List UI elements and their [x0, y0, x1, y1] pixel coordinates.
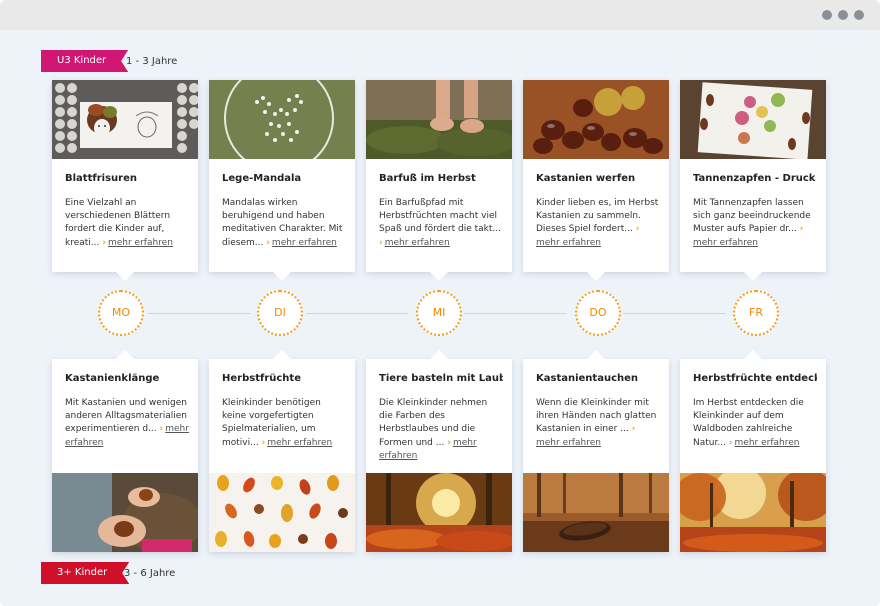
autumn-path-photo [680, 473, 826, 552]
chevron-right-icon: › [266, 237, 270, 248]
leaf-hairstyle-photo [52, 80, 198, 159]
day-marker-mo[interactable]: MO [98, 290, 144, 336]
barefoot-photo [366, 80, 512, 159]
activity-card[interactable]: Kastanientauchen Wenn die Kleinkinder mi… [523, 350, 669, 552]
card-text: Kleinkinder benötigen keine vorgefertigt… [222, 397, 346, 450]
activity-card[interactable]: Barfuß im Herbst Ein Barfußpfad mit Herb… [366, 80, 512, 281]
chevron-right-icon: › [261, 437, 266, 448]
card-text: Ein Barfußpfad mit Herbstfrüchten macht … [379, 197, 503, 250]
chevron-right-icon: › [799, 224, 804, 235]
card-title: Tiere basteln mit Laub [379, 373, 503, 384]
activity-card[interactable]: Herbstfrüchte Kleinkinder benötigen kein… [209, 350, 355, 552]
more-link[interactable]: ›mehr erfahren [262, 438, 333, 448]
more-link[interactable]: ›mehr erfahren [379, 238, 450, 248]
card-pointer [116, 272, 134, 281]
card-text: Mit Tannenzapfen lassen sich ganz beeind… [693, 198, 811, 248]
day-marker-fr[interactable]: FR [733, 290, 779, 336]
chevron-right-icon: › [447, 437, 451, 448]
card-title: Tannenzapfen - Druck [693, 173, 816, 184]
card-text: Mandalas wirken beruhigend und haben med… [222, 197, 346, 250]
age-range-3plus: 3 - 6 Jahre [124, 568, 176, 579]
card-title: Herbstfrüchte [222, 373, 301, 384]
day-marker-di[interactable]: DI [257, 290, 303, 336]
autumn-leaves-flatlay-photo [209, 473, 355, 552]
card-title: Kastanientauchen [536, 373, 639, 384]
timeline-connector [306, 313, 408, 314]
pinecone-forest-photo [523, 473, 669, 552]
timeline-connector [464, 313, 567, 314]
window-titlebar [0, 0, 880, 30]
window-dot-icon[interactable] [838, 10, 848, 20]
window-dot-icon[interactable] [854, 10, 864, 20]
card-title: Lege-Mandala [222, 173, 302, 184]
card-pointer [116, 350, 134, 359]
card-text: Mit Kastanien und wenigen anderen Alltag… [65, 398, 189, 448]
age-badge-3plus: 3+ Kinder [41, 562, 129, 584]
chevron-right-icon: › [631, 424, 636, 435]
chevron-right-icon: › [379, 237, 383, 248]
card-pointer [587, 272, 605, 281]
window-dot-icon[interactable] [822, 10, 832, 20]
activity-card[interactable]: Blattfrisuren Eine Vielzahl an verschied… [52, 80, 198, 281]
mandala-photo [209, 80, 355, 159]
chestnuts-photo [523, 80, 669, 159]
activity-card[interactable]: Tannenzapfen - Druck Mit Tannenzapfen la… [680, 80, 826, 281]
activity-card[interactable]: Herbstfrüchte entdeck... Im Herbst entde… [680, 350, 826, 552]
chevron-right-icon: › [159, 424, 164, 435]
pinecone-print-photo [680, 80, 826, 159]
autumn-forest-photo [366, 473, 512, 552]
card-title: Barfuß im Herbst [379, 173, 476, 184]
card-text: Eine Vielzahl an verschiedenen Blättern … [65, 197, 189, 250]
card-pointer [273, 350, 291, 359]
card-text: Kinder lieben es, im Herbst Kastanien zu… [536, 198, 659, 248]
activity-card[interactable]: Kastanien werfen Kinder lieben es, im He… [523, 80, 669, 281]
card-title: Kastanien werfen [536, 173, 636, 184]
more-link[interactable]: ›mehr erfahren [102, 238, 173, 248]
browser-window: U3 Kinder 1 - 3 Jahre 3+ Kinder 3 - 6 Ja… [0, 0, 880, 606]
card-text: Die Kleinkinder nehmen die Farben des He… [379, 398, 488, 461]
card-pointer [430, 272, 448, 281]
age-range-u3: 1 - 3 Jahre [126, 56, 178, 67]
card-text: Wenn die Kleinkinder mit ihren Händen na… [536, 398, 657, 448]
chestnut-hands-photo [52, 473, 198, 552]
activity-card[interactable]: Kastanienklänge Mit Kastanien und wenige… [52, 350, 198, 552]
timeline-connector [148, 313, 250, 314]
card-pointer [744, 350, 762, 359]
chevron-right-icon: › [728, 437, 733, 448]
card-pointer [430, 350, 448, 359]
day-marker-mi[interactable]: MI [416, 290, 462, 336]
card-title: Herbstfrüchte entdeck... [693, 373, 817, 384]
card-title: Blattfrisuren [65, 173, 137, 184]
more-link[interactable]: ›mehr erfahren [729, 438, 800, 448]
card-pointer [744, 272, 762, 281]
chevron-right-icon: › [635, 224, 640, 235]
activity-card[interactable]: Tiere basteln mit Laub Die Kleinkinder n… [366, 350, 512, 552]
day-marker-do[interactable]: DO [575, 290, 621, 336]
age-badge-u3: U3 Kinder [41, 50, 128, 72]
activity-card[interactable]: Lege-Mandala Mandalas wirken beruhigend … [209, 80, 355, 281]
card-pointer [273, 272, 291, 281]
chevron-right-icon: › [102, 237, 106, 248]
more-link[interactable]: ›mehr erfahren [266, 238, 337, 248]
card-text: Im Herbst entdecken die Kleinkinder auf … [693, 397, 817, 450]
timeline-connector [623, 313, 726, 314]
card-pointer [587, 350, 605, 359]
card-title: Kastanienklänge [65, 373, 160, 384]
